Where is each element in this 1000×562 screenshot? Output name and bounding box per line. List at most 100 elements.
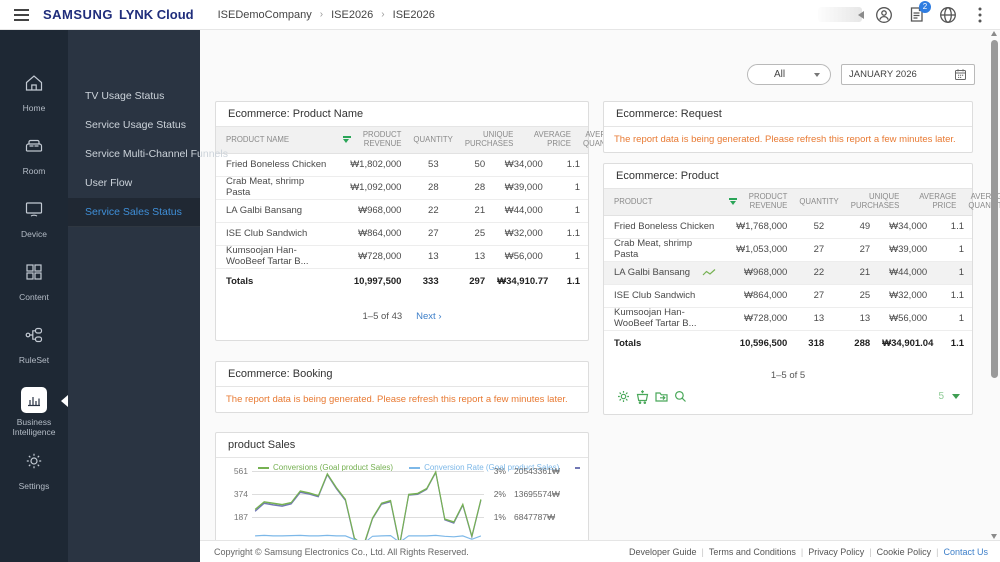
product-name-table: PRODUCT NAME PRODUCT REVENUE QUANTITY UNIQU…	[216, 127, 622, 295]
sidebar-item-home[interactable]: Home	[0, 72, 68, 135]
table-cell: ₩39,000	[504, 181, 543, 193]
submenu-item-tv-usage-status[interactable]: TV Usage Status	[68, 82, 200, 111]
table-cell: 1.1	[566, 275, 580, 287]
table-cell: 13	[474, 250, 486, 262]
table-row[interactable]: Fried Boneless Chicken ₩1,768,000 52 49 ₩34,…	[604, 216, 972, 239]
scrollbar	[990, 31, 999, 539]
export-icon[interactable]	[654, 389, 669, 404]
column-header[interactable]: UNIQUE PURCHASES	[847, 192, 908, 211]
table-cell: 22	[813, 266, 825, 278]
table-cell: 297	[469, 275, 486, 287]
table-row[interactable]: ISE Club Sandwich ₩864,000 27 25 ₩32,000 1.1	[604, 285, 972, 308]
table-row[interactable]: Kumsoojan Han-WooBeef Tartar B... ₩728,00…	[604, 307, 972, 331]
main-content: All JANUARY 2026 Ecommerce: Product Name…	[200, 30, 1000, 562]
table-cell: 1	[958, 312, 964, 324]
scrollbar-thumb[interactable]	[991, 40, 998, 378]
table-cell: 1	[574, 250, 580, 262]
table-cell: LA Galbi Bansang	[226, 204, 303, 216]
sidebar-item-label: RuleSet	[18, 355, 50, 365]
footer-link[interactable]: Developer Guide	[629, 547, 697, 557]
submenu-item-service-sales-status[interactable]: Service Sales Status	[68, 198, 200, 227]
table-cell: 318	[808, 337, 825, 349]
report-generating-message: The report data is being generated. Plea…	[614, 134, 956, 145]
user-account-icon[interactable]	[874, 5, 894, 25]
kebab-menu-icon[interactable]	[970, 5, 990, 25]
table-cell: ₩968,000	[744, 266, 788, 278]
search-icon[interactable]	[673, 389, 688, 404]
table-row[interactable]: Kumsoojan Han-WooBeef Tartar B... ₩728,00…	[216, 245, 588, 269]
date-picker[interactable]: JANUARY 2026	[841, 64, 975, 85]
table-row[interactable]: LA Galbi Bansang ₩968,000 22 21 ₩44,000 1	[216, 200, 588, 223]
scope-dropdown[interactable]: All	[747, 64, 831, 85]
totals-row: Totals 10,596,500 318 288 ₩34,901.04 1.1	[604, 331, 972, 357]
sidebar-item-label: Content	[19, 292, 49, 302]
table-cell: Kumsoojan Han-WooBeef Tartar B...	[614, 307, 697, 329]
cart-add-icon[interactable]	[635, 389, 650, 404]
table-cell: ISE Club Sandwich	[614, 289, 696, 301]
divider: |	[936, 546, 939, 557]
sidebar-item-settings[interactable]: Settings	[0, 450, 68, 513]
table-cell: ₩864,000	[358, 227, 402, 239]
totals-row: Totals 10,997,500 333 297 ₩34,910.77 1.1	[216, 269, 588, 295]
footer-link[interactable]: Terms and Conditions	[709, 547, 796, 557]
report-generating-message: The report data is being generated. Plea…	[226, 394, 568, 405]
table-row[interactable]: LA Galbi Bansang ₩968,000 22 21 ₩44,000 1	[604, 262, 972, 285]
table-cell: 25	[474, 227, 486, 239]
table-cell: 27	[428, 227, 439, 239]
card-title: Ecommerce: Product Name	[216, 102, 588, 127]
calendar-icon	[955, 69, 966, 80]
column-header[interactable]: PRODUCT REVENUE	[339, 130, 410, 149]
sidebar-item-ruleset[interactable]: RuleSet	[0, 324, 68, 387]
right-axis-label: 2% 13695574₩	[493, 489, 560, 499]
top-header: SAMSUNG LYNK Cloud ISEDemoCompany › ISE2…	[0, 0, 1000, 30]
bar-chart-icon	[21, 387, 47, 413]
table-row[interactable]: Fried Boneless Chicken ₩1,802,000 53 50 ₩34,…	[216, 154, 588, 177]
sidebar-item-device[interactable]: Device	[0, 198, 68, 261]
report-notifications-icon[interactable]: 2	[906, 0, 931, 25]
sort-desc-icon	[342, 136, 351, 144]
submenu-item-user-flow[interactable]: User Flow	[68, 169, 200, 198]
scroll-up-icon[interactable]	[991, 31, 997, 36]
breadcrumb-item[interactable]: ISEDemoCompany	[218, 9, 312, 21]
footer-link[interactable]: Contact Us	[943, 547, 988, 557]
column-header[interactable]: AVERAGE PRICE	[907, 192, 964, 211]
submenu-item-service-usage-status[interactable]: Service Usage Status	[68, 111, 200, 140]
column-header[interactable]: AVERAGE PRICE	[521, 130, 579, 149]
next-page-link[interactable]: Next ›	[416, 311, 441, 322]
sidebar-item-label: Settings	[18, 481, 50, 491]
globe-language-icon[interactable]	[938, 5, 958, 25]
sidebar-item-content[interactable]: Content	[0, 261, 68, 324]
column-header[interactable]: PRODUCT	[604, 197, 725, 207]
column-header[interactable]: UNIQUE PURCHASES	[461, 130, 522, 149]
footer-link[interactable]: Cookie Policy	[877, 547, 932, 557]
sidebar-item-label: Room	[22, 166, 46, 176]
app-page: SAMSUNG LYNK Cloud ISEDemoCompany › ISE2…	[0, 0, 1000, 562]
table-cell: 1.1	[950, 220, 964, 232]
table-cell: ₩1,053,000	[736, 243, 788, 255]
column-header[interactable]: QUANTITY	[795, 197, 846, 207]
sidebar-item-room[interactable]: Room	[0, 135, 68, 198]
table-cell: 28	[428, 181, 439, 193]
scroll-down-icon[interactable]	[991, 534, 997, 539]
table-cell: 10,997,500	[353, 275, 402, 287]
column-header[interactable]: QUANTITY	[409, 135, 460, 145]
sparkline-icon[interactable]	[701, 268, 717, 278]
icon-sidebar: Home Room Device Content RuleSet Busines…	[0, 30, 68, 562]
table-cell: Fried Boneless Chicken	[614, 220, 715, 232]
submenu-item-service-multi-channel-funnels[interactable]: Service Multi-Channel Funnels	[68, 140, 228, 169]
breadcrumb-item[interactable]: ISE2026	[393, 9, 435, 21]
samsung-lynk-cloud-logo[interactable]: SAMSUNG LYNK Cloud	[43, 7, 194, 22]
column-header[interactable]: PRODUCT REVENUE	[725, 192, 795, 211]
page-size-value: 5	[938, 391, 944, 402]
hamburger-menu-icon[interactable]	[14, 8, 29, 21]
breadcrumb-item[interactable]: ISE2026	[331, 9, 373, 21]
table-cell: 1	[958, 243, 964, 255]
table-row[interactable]: Crab Meat, shrimp Pasta ₩1,092,000 28 28 ₩39…	[216, 176, 588, 200]
table-row[interactable]: ISE Club Sandwich ₩864,000 27 25 ₩32,000 1.1	[216, 223, 588, 246]
footer-link[interactable]: Privacy Policy	[808, 547, 864, 557]
column-header[interactable]: PRODUCT NAME	[216, 135, 339, 145]
settings-icon[interactable]	[616, 389, 631, 404]
page-size-select[interactable]: 5	[938, 391, 960, 402]
table-row[interactable]: Crab Meat, shrimp Pasta ₩1,053,000 27 27 ₩39…	[604, 238, 972, 262]
sidebar-item-business-intelligence[interactable]: Business Intelligence	[0, 387, 68, 450]
